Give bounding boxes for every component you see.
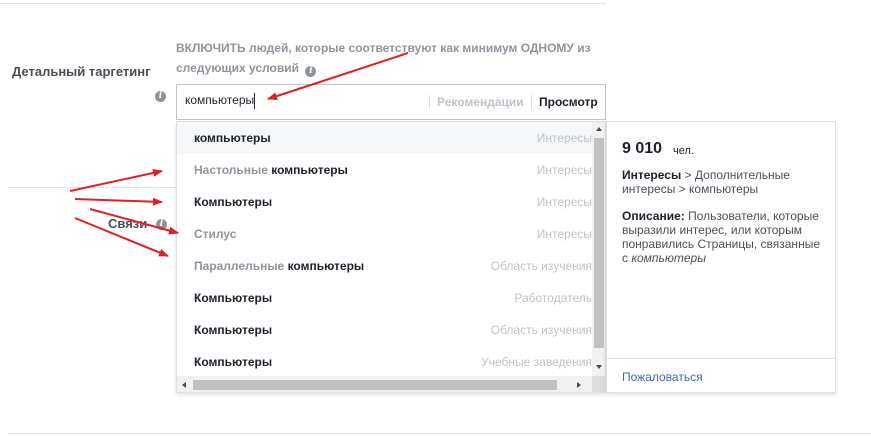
- suggestion-type: Интересы: [536, 227, 592, 241]
- report-link[interactable]: Пожаловаться: [622, 370, 703, 384]
- annotation-arrow: [74, 197, 163, 206]
- suggestion-type: Учебные заведения: [481, 355, 592, 369]
- scroll-right-icon[interactable]: [577, 382, 581, 388]
- top-divider: [0, 3, 606, 4]
- recommendations-button[interactable]: Рекомендации: [437, 95, 524, 109]
- suggestion-type: Область изучения: [490, 323, 592, 337]
- suggestion-name: Настольные компьютеры: [194, 163, 348, 177]
- suggestion-name: компьютеры: [194, 131, 271, 145]
- info-icon[interactable]: i: [155, 91, 166, 102]
- suggestion-name: Компьютеры: [194, 355, 273, 369]
- scroll-down-icon[interactable]: [596, 365, 602, 369]
- vertical-scrollbar[interactable]: [592, 122, 605, 376]
- suggestion-type: Интересы: [536, 195, 592, 209]
- text-cursor: [254, 93, 255, 109]
- targeting-search-box[interactable]: Рекомендации Просмотр: [176, 84, 606, 120]
- audience-size: 9 010: [622, 140, 663, 157]
- suggestion-type: Интересы: [536, 131, 592, 145]
- horizontal-scroll-thumb[interactable]: [193, 380, 557, 390]
- category-path: Интересы > Дополнительные интересы > ком…: [622, 168, 790, 196]
- scrollbar-corner: [592, 376, 605, 392]
- include-description-text: ВКЛЮЧИТЬ людей, которые соответствуют ка…: [176, 41, 591, 75]
- suggestion-name: Компьютеры: [194, 195, 273, 209]
- info-icon[interactable]: i: [305, 66, 317, 77]
- scroll-up-icon[interactable]: [596, 127, 602, 131]
- suggestion-row[interactable]: Компьютеры Работодатель: [177, 282, 592, 314]
- suggestion-row[interactable]: Компьютеры Область изучения: [177, 314, 592, 346]
- bottom-divider: [8, 433, 871, 434]
- suggestions-dropdown: компьютеры Интересы Настольные компьютер…: [176, 121, 606, 393]
- suggestion-name: Параллельные компьютеры: [194, 259, 365, 273]
- detailed-targeting-label: Детальный таргетинг: [12, 64, 151, 79]
- suggestion-row[interactable]: Настольные компьютеры Интересы: [177, 154, 592, 186]
- annotation-arrow: [69, 169, 163, 192]
- suggestion-row[interactable]: компьютеры Интересы: [177, 122, 592, 154]
- audience-unit: чел.: [673, 145, 694, 157]
- panel-footer: Пожаловаться: [607, 358, 835, 392]
- connections-label: Связи: [108, 216, 148, 231]
- suggestion-name: Компьютеры: [194, 323, 273, 337]
- suggestion-row[interactable]: Параллельные компьютеры Область изучения: [177, 250, 592, 282]
- separator: [429, 95, 430, 109]
- browse-button[interactable]: Просмотр: [539, 95, 598, 109]
- suggestion-row[interactable]: Компьютеры Учебные заведения: [177, 346, 592, 378]
- suggestion-description: Описание: Пользователи, которые выразили…: [622, 209, 820, 265]
- info-icon[interactable]: i: [156, 219, 167, 230]
- include-description: ВКЛЮЧИТЬ людей, которые соответствуют ка…: [176, 38, 606, 78]
- suggestion-row[interactable]: Компьютеры Интересы: [177, 186, 592, 218]
- suggestion-details-panel: 9 010 чел. Интересы > Дополнительные инт…: [606, 121, 836, 393]
- middle-divider: [8, 187, 178, 188]
- vertical-scroll-thumb[interactable]: [594, 138, 604, 348]
- suggestion-name: Компьютеры: [194, 291, 273, 305]
- suggestion-type: Работодатель: [514, 291, 592, 305]
- suggestion-name: Стилус: [194, 227, 237, 241]
- suggestion-type: Интересы: [536, 163, 592, 177]
- targeting-search-input[interactable]: [185, 93, 415, 107]
- horizontal-scrollbar[interactable]: [177, 376, 592, 392]
- separator: [531, 95, 532, 109]
- suggestion-type: Область изучения: [490, 259, 592, 273]
- suggestion-row[interactable]: Стилус Интересы: [177, 218, 592, 250]
- scroll-left-icon[interactable]: [182, 382, 186, 388]
